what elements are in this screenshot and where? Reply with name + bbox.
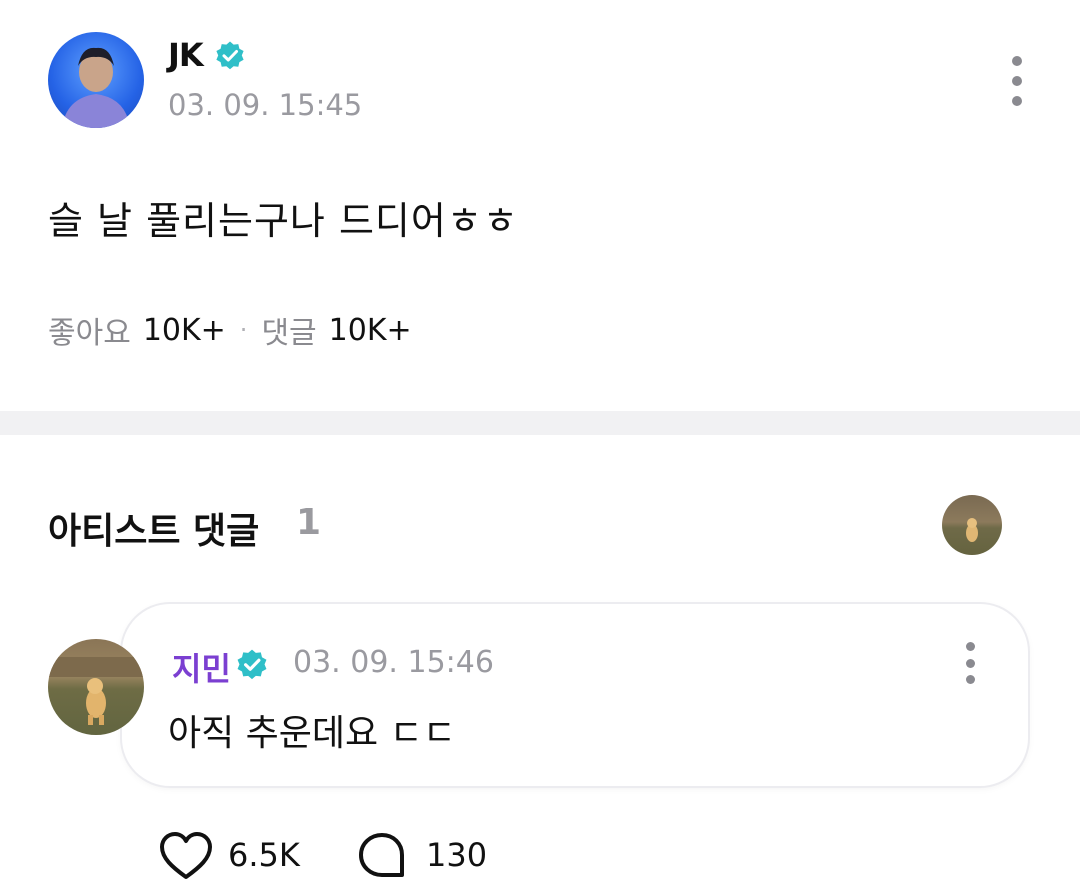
separator-dot: ·: [239, 316, 248, 344]
likes-label[interactable]: 좋아요: [48, 308, 131, 352]
comment-text: 아직 추운데요 ㄷㄷ: [168, 713, 456, 754]
dog-photo-icon: [48, 657, 144, 725]
artist-avatar-thumbnail[interactable]: [942, 495, 1002, 555]
artist-comments-count: 1: [296, 502, 322, 543]
author-name[interactable]: JK: [168, 36, 204, 74]
post-stats: 좋아요 10K+ · 댓글 10K+: [48, 308, 412, 352]
more-vertical-icon: [1012, 56, 1022, 66]
avatar-portrait-icon: [62, 47, 130, 128]
verified-badge-icon: [216, 41, 244, 70]
section-divider: [0, 411, 1080, 435]
commenter-avatar[interactable]: [48, 639, 144, 735]
speech-bubble-icon[interactable]: [356, 830, 408, 882]
likes-count[interactable]: 10K+: [143, 313, 226, 348]
post-timestamp: 03. 09. 15:45: [168, 88, 363, 122]
artist-comments-title: 아티스트 댓글: [48, 511, 260, 552]
like-count: 6.5K: [228, 836, 300, 874]
comment-timestamp: 03. 09. 15:46: [293, 645, 494, 680]
post-body: 슬 날 풀리는구나 드디어ㅎㅎ: [48, 199, 519, 243]
commenter-name[interactable]: 지민: [172, 644, 231, 690]
post-more-button[interactable]: [1000, 56, 1034, 106]
author-avatar[interactable]: [48, 32, 144, 128]
comment-more-button[interactable]: [956, 642, 984, 684]
comments-label[interactable]: 댓글: [261, 308, 316, 352]
reply-count: 130: [426, 836, 488, 874]
more-vertical-icon: [965, 642, 975, 651]
heart-icon[interactable]: [158, 830, 214, 882]
comment-card: [122, 604, 1028, 786]
verified-badge-icon: [237, 649, 267, 680]
comments-count[interactable]: 10K+: [329, 313, 412, 348]
dog-photo-icon: [966, 518, 978, 542]
